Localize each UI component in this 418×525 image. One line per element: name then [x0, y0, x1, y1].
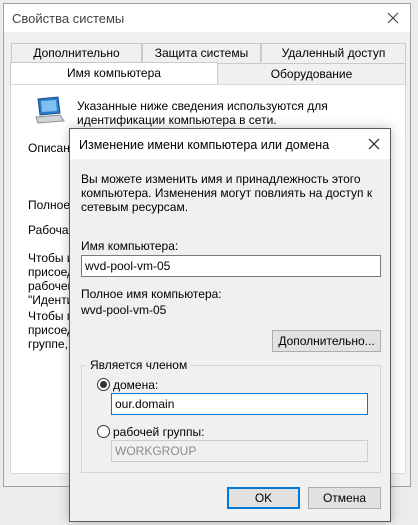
- help-text-partial: рабочей: [28, 279, 75, 293]
- close-icon[interactable]: [363, 133, 385, 155]
- rename-dialog: Изменение имени компьютера или домена Вы…: [69, 128, 391, 522]
- domain-input[interactable]: [111, 393, 368, 415]
- close-icon[interactable]: [382, 7, 404, 29]
- tab-system-protection[interactable]: Защита системы: [142, 43, 261, 62]
- computer-name-input[interactable]: [81, 255, 381, 277]
- tab-computer-name[interactable]: Имя компьютера: [10, 62, 218, 84]
- tab-remote[interactable]: Удаленный доступ: [261, 43, 406, 62]
- tab-advanced[interactable]: Дополнительно: [11, 43, 142, 62]
- workgroup-input: [111, 440, 368, 462]
- ok-button[interactable]: OK: [227, 487, 300, 509]
- dialog-description: Вы можете изменить имя и принадлежность …: [81, 172, 373, 214]
- domain-radio-label[interactable]: домена:: [113, 378, 158, 392]
- workgroup-label-partial: Рабочая: [28, 223, 75, 237]
- computer-name-label: Имя компьютера:: [81, 239, 179, 253]
- full-name-label: Полное имя компьютера:: [81, 287, 222, 301]
- rename-dialog-titlebar: Изменение имени компьютера или домена: [70, 129, 390, 159]
- computer-monitor-icon: [32, 95, 66, 128]
- workgroup-radio[interactable]: [97, 425, 110, 438]
- cancel-button[interactable]: Отмена: [308, 487, 381, 509]
- workgroup-radio-label[interactable]: рабочей группы:: [113, 425, 204, 439]
- system-properties-titlebar: Свойства системы: [4, 4, 410, 32]
- tab-hardware[interactable]: Оборудование: [217, 63, 406, 84]
- more-button[interactable]: Дополнительно...: [272, 330, 381, 352]
- info-text: Указанные ниже сведения используются для…: [77, 99, 328, 127]
- radio-selected-dot: [100, 381, 107, 388]
- full-name-value: wvd-pool-vm-05: [81, 303, 167, 317]
- membership-label: Является членом: [87, 358, 191, 372]
- system-properties-title: Свойства системы: [12, 11, 125, 26]
- domain-radio[interactable]: [97, 378, 110, 391]
- rename-dialog-title: Изменение имени компьютера или домена: [79, 138, 330, 152]
